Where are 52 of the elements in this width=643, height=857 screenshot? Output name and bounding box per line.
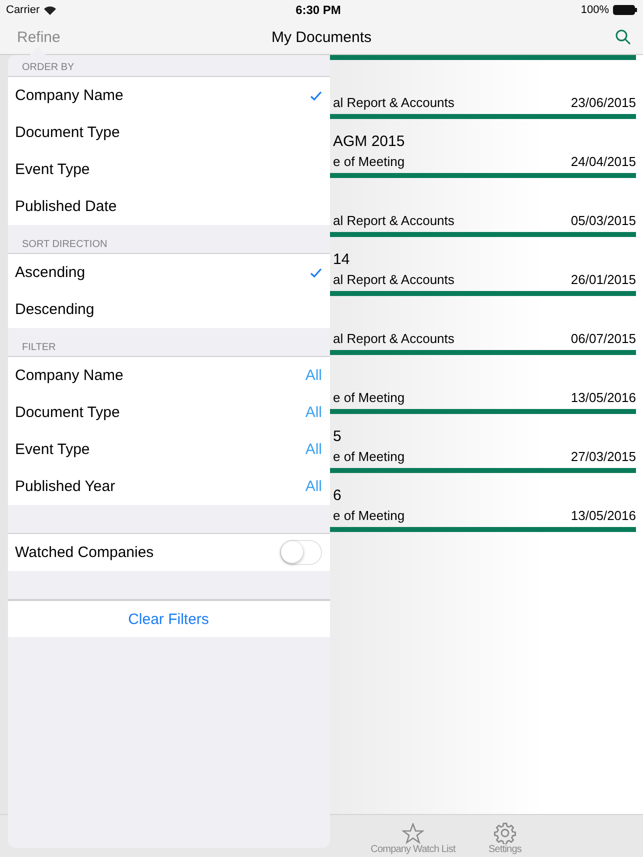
filter-label: Company Name [15, 367, 124, 384]
document-type: e of Meeting [333, 508, 405, 523]
filter-label: Published Year [15, 478, 116, 495]
document-date: 27/03/2015 [570, 449, 636, 464]
document-date: 13/05/2016 [570, 508, 636, 523]
document-title: 6 [333, 487, 342, 504]
filter-value[interactable]: All [305, 404, 322, 421]
clock-time: 6:30 PM [296, 3, 341, 17]
search-icon[interactable] [615, 29, 631, 45]
document-date: 05/03/2015 [570, 213, 636, 228]
filter-label: Event Type [15, 441, 90, 458]
battery-icon [613, 5, 637, 15]
clear-filters-button[interactable]: Clear Filters [8, 600, 330, 637]
tab-bar-item[interactable]: Company Watch List [367, 815, 459, 857]
gear-icon [494, 822, 516, 844]
filter-value[interactable]: All [305, 441, 322, 458]
battery-percent: 100% [580, 4, 609, 16]
refine-button[interactable]: Refine [17, 28, 60, 46]
document-title: 5 [333, 428, 342, 445]
tab-bar-item[interactable]: Settings [459, 815, 551, 857]
document-date: 23/06/2015 [570, 95, 636, 110]
document-date: 13/05/2016 [570, 390, 636, 405]
document-type: al Report & Accounts [333, 213, 454, 228]
document-title: AGM 2015 [333, 133, 406, 150]
toggle-label: Watched Companies [15, 544, 154, 561]
filter-label: Document Type [15, 404, 120, 421]
toggle-switch[interactable] [280, 540, 322, 565]
filter-value[interactable]: All [305, 478, 322, 495]
order-option[interactable]: Company Name [8, 77, 330, 114]
document-type: e of Meeting [333, 390, 405, 405]
order-option[interactable]: Published Date [8, 188, 330, 225]
document-type: e of Meeting [333, 154, 405, 169]
section-header: FILTER [22, 342, 56, 353]
document-date: 24/04/2015 [570, 154, 636, 169]
wifi-icon [44, 6, 56, 14]
document-type: e of Meeting [333, 449, 405, 464]
page-title: My Documents [271, 28, 372, 46]
order-option[interactable]: Ascending [8, 254, 330, 291]
carrier-label: Carrier [6, 4, 40, 16]
document-date: 06/07/2015 [570, 331, 636, 346]
document-type: al Report & Accounts [333, 331, 454, 346]
order-option[interactable]: Event Type [8, 151, 330, 188]
document-title: 14 [333, 251, 351, 268]
order-option[interactable]: Document Type [8, 114, 330, 151]
section-header: ORDER BY [22, 62, 74, 73]
document-type: al Report & Accounts [333, 95, 454, 110]
document-type: al Report & Accounts [333, 272, 454, 287]
filter-value[interactable]: All [305, 367, 322, 384]
order-option[interactable]: Descending [8, 291, 330, 328]
section-header: SORT DIRECTION [22, 239, 108, 250]
star-icon [402, 823, 424, 844]
document-date: 26/01/2015 [570, 272, 636, 287]
